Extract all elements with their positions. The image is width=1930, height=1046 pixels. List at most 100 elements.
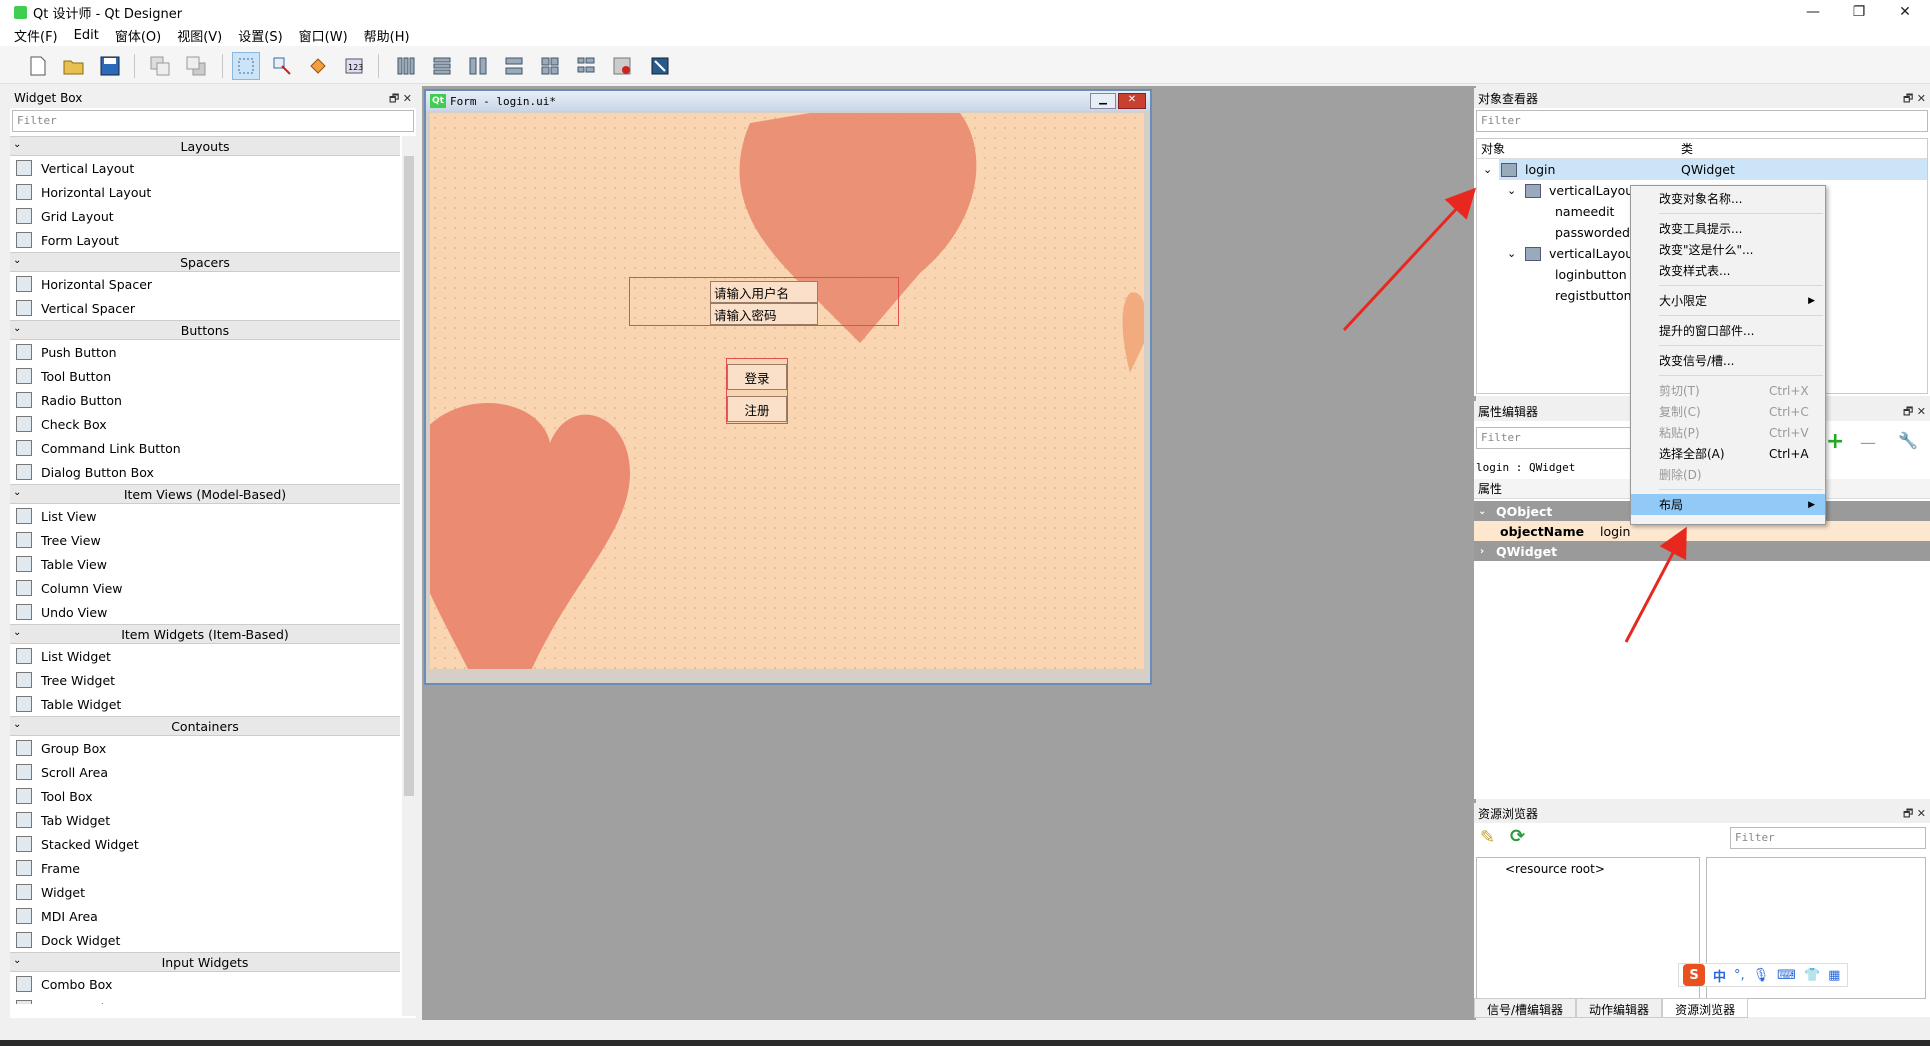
layout-v-splitter-icon[interactable] — [500, 52, 528, 80]
tab-action-editor[interactable]: 动作编辑器 — [1576, 998, 1663, 1018]
property-filter-input[interactable]: Filter — [1476, 427, 1636, 449]
ime-punctuation[interactable]: °, — [1734, 968, 1745, 983]
menu-settings[interactable]: 设置(S) — [238, 26, 282, 45]
edit-tab-order-icon[interactable]: 123 — [340, 52, 368, 80]
context-menu-item[interactable]: 提升的窗口部件... — [1631, 320, 1825, 341]
widget-box-scrollbar[interactable] — [402, 136, 416, 1016]
bring-to-front-icon[interactable] — [182, 52, 210, 80]
adjust-size-icon[interactable] — [646, 52, 674, 80]
widget-item[interactable]: Horizontal Layout — [10, 180, 400, 204]
ime-skin-icon[interactable]: 👕 — [1804, 968, 1820, 983]
expand-caret-icon[interactable]: ⌄ — [1507, 247, 1516, 260]
break-layout-icon[interactable] — [608, 52, 636, 80]
name-edit[interactable]: 请输入用户名 — [710, 281, 818, 303]
layout-vertical-icon[interactable] — [428, 52, 456, 80]
layout-grid-icon[interactable] — [536, 52, 564, 80]
widget-item[interactable]: Dialog Button Box — [10, 460, 400, 484]
context-menu-item[interactable]: 剪切(T) Ctrl+X — [1631, 380, 1825, 401]
widget-item[interactable]: MDI Area — [10, 904, 400, 928]
context-menu-item[interactable]: 布局 ▶ — [1631, 494, 1825, 515]
widget-item[interactable]: Tree View — [10, 528, 400, 552]
register-button[interactable]: 注册 — [727, 396, 787, 422]
widget-item[interactable]: Column View — [10, 576, 400, 600]
widget-item[interactable]: Stacked Widget — [10, 832, 400, 856]
ime-mic-icon[interactable]: 🎙 — [1753, 968, 1770, 983]
category-header[interactable]: ⌄ Buttons — [10, 320, 400, 340]
save-icon[interactable] — [96, 52, 124, 80]
widget-item[interactable]: Vertical Layout — [10, 156, 400, 180]
menu-edit[interactable]: Edit — [74, 28, 99, 43]
widget-item[interactable]: Font Combo Box — [10, 996, 400, 1004]
sogou-ime-icon[interactable]: S — [1683, 964, 1705, 986]
widget-item[interactable]: Radio Button — [10, 388, 400, 412]
layout-h-splitter-icon[interactable] — [464, 52, 492, 80]
widget-item[interactable]: Tab Widget — [10, 808, 400, 832]
dock-float-close-icons[interactable]: 🗗 ✕ — [1903, 403, 1926, 422]
context-menu-item[interactable]: 删除(D) — [1631, 464, 1825, 485]
resource-root[interactable]: <resource root> — [1477, 858, 1699, 876]
password-edit[interactable]: 请输入密码 — [710, 303, 818, 325]
edit-buddies-icon[interactable] — [304, 52, 332, 80]
category-header[interactable]: ⌄ Spacers — [10, 252, 400, 272]
edit-resources-pencil-icon[interactable]: ✎ — [1480, 827, 1495, 848]
new-file-icon[interactable] — [24, 52, 52, 80]
dock-float-close-icons[interactable]: 🗗 ✕ — [389, 90, 412, 109]
menu-window[interactable]: 窗口(W) — [299, 26, 348, 45]
widget-item[interactable]: Grid Layout — [10, 204, 400, 228]
edit-signals-slots-icon[interactable] — [268, 52, 296, 80]
tab-signal-slot-editor[interactable]: 信号/槽编辑器 — [1474, 998, 1577, 1018]
widget-item[interactable]: Widget — [10, 880, 400, 904]
send-to-back-icon[interactable] — [146, 52, 174, 80]
dock-float-close-icons[interactable]: 🗗 ✕ — [1903, 90, 1926, 109]
form-window[interactable]: Qt Form - login.ui* ▁ ✕ 请输入用户名 请输入密码 登录 … — [424, 89, 1152, 685]
menu-help[interactable]: 帮助(H) — [364, 26, 410, 45]
context-menu-item[interactable]: 改变对象名称... — [1631, 188, 1825, 209]
ime-chinese-mode[interactable]: 中 — [1713, 966, 1726, 985]
widget-item[interactable]: Command Link Button — [10, 436, 400, 460]
layout-form-icon[interactable] — [572, 52, 600, 80]
form-canvas[interactable]: 请输入用户名 请输入密码 登录 注册 — [430, 113, 1144, 669]
category-header[interactable]: ⌄ Item Views (Model-Based) — [10, 484, 400, 504]
widget-item[interactable]: Form Layout — [10, 228, 400, 252]
tab-resource-browser[interactable]: 资源浏览器 — [1662, 998, 1749, 1018]
ime-keyboard-icon[interactable]: ⌨ — [1777, 968, 1796, 983]
menu-file[interactable]: 文件(F) — [14, 26, 58, 45]
widget-item[interactable]: Push Button — [10, 340, 400, 364]
prop-value[interactable]: login — [1598, 524, 1630, 539]
widget-item[interactable]: Table Widget — [10, 692, 400, 716]
form-close-button[interactable]: ✕ — [1118, 93, 1146, 109]
minimize-button[interactable]: — — [1790, 0, 1836, 24]
add-property-icon[interactable]: + — [1826, 429, 1844, 454]
menu-view[interactable]: 视图(V) — [177, 26, 222, 45]
context-menu-item[interactable]: 选择全部(A) Ctrl+A — [1631, 443, 1825, 464]
context-menu-item[interactable]: 改变"这是什么"... — [1631, 239, 1825, 260]
category-header[interactable]: ⌄ Containers — [10, 716, 400, 736]
context-menu-item[interactable]: 改变样式表... — [1631, 260, 1825, 281]
menu-form[interactable]: 窗体(O) — [115, 26, 161, 45]
widget-box-filter-input[interactable]: Filter — [12, 110, 414, 132]
widget-item[interactable]: List Widget — [10, 644, 400, 668]
form-minimize-button[interactable]: ▁ — [1090, 93, 1116, 109]
edit-widgets-icon[interactable] — [232, 52, 260, 80]
widget-item[interactable]: Check Box — [10, 412, 400, 436]
object-tree-row[interactable]: ⌄ login QWidget — [1477, 159, 1927, 180]
context-menu-item[interactable]: 大小限定 ▶ — [1631, 290, 1825, 311]
ime-toolbar[interactable]: S 中 °, 🎙 ⌨ 👕 ▦ — [1678, 963, 1848, 987]
object-inspector-filter-input[interactable]: Filter — [1476, 110, 1928, 132]
resource-tree[interactable]: <resource root> — [1476, 857, 1700, 999]
widget-item[interactable]: Table View — [10, 552, 400, 576]
layout-horizontal-icon[interactable] — [392, 52, 420, 80]
widget-item[interactable]: Group Box — [10, 736, 400, 760]
context-menu-item[interactable]: 改变信号/槽... — [1631, 350, 1825, 371]
widget-item[interactable]: Frame — [10, 856, 400, 880]
open-folder-icon[interactable] — [60, 52, 88, 80]
category-header[interactable]: ⌄ Input Widgets — [10, 952, 400, 972]
widget-item[interactable]: List View — [10, 504, 400, 528]
configure-wrench-icon[interactable]: 🔧 — [1898, 431, 1918, 450]
maximize-button[interactable]: ❐ — [1836, 0, 1882, 24]
login-button[interactable]: 登录 — [727, 364, 787, 390]
widget-item[interactable]: Tree Widget — [10, 668, 400, 692]
group-qwidget[interactable]: › QWidget — [1474, 541, 1930, 561]
context-menu-item[interactable]: 改变工具提示... — [1631, 218, 1825, 239]
resource-filter-input[interactable]: Filter — [1730, 827, 1926, 849]
